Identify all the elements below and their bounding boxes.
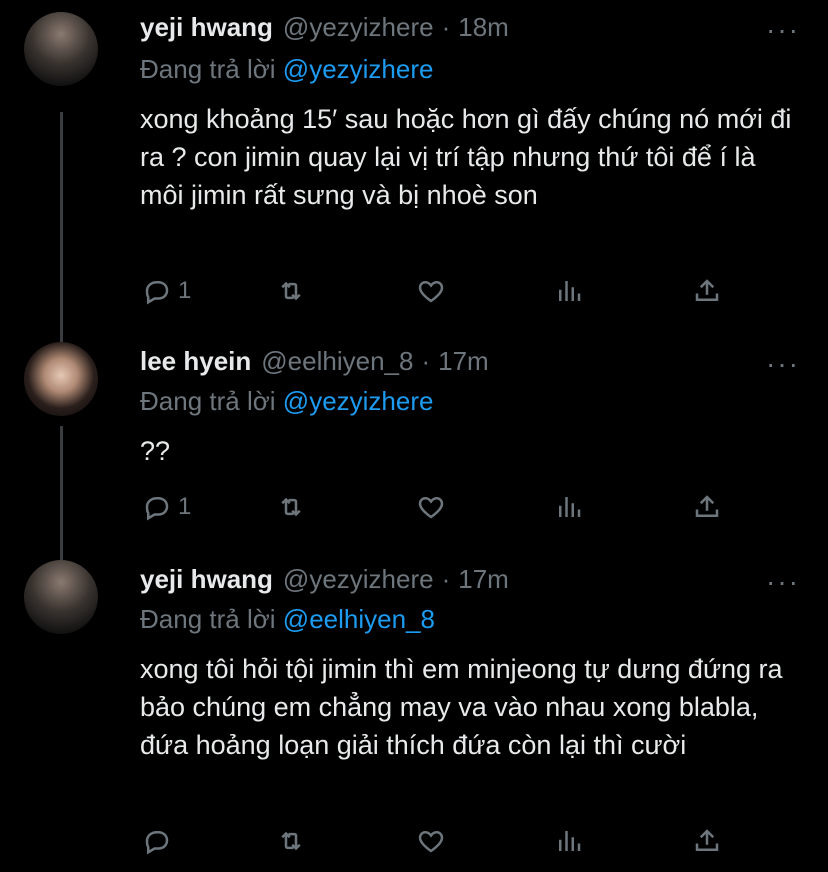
tweet-text: xong khoảng 15′ sau hoặc hơn gì đấy chún… [140,104,792,210]
mention-link[interactable]: @eelhiyen_8 [283,604,435,634]
timestamp[interactable]: 17m [458,564,509,595]
share-button[interactable] [692,276,722,306]
reply-button[interactable] [142,826,178,856]
tweet-text: xong tôi hỏi tội jimin thì em minjeong t… [140,654,783,760]
heart-icon [418,496,444,519]
replying-to: Đang trả lời @yezyizhere [140,386,433,417]
tweet-text: ?? [140,436,171,466]
tweet-actions: 1 [140,276,740,312]
separator-dot: · [421,346,431,376]
analytics-button[interactable] [554,276,584,306]
replying-to-label: Đang trả lời [140,386,276,416]
tweet-2[interactable]: lee hyein @eelhiyen_8 · 17m ··· Đang trả… [0,338,828,558]
share-button[interactable] [692,826,722,856]
username[interactable]: @yezyizhere [283,12,434,43]
replying-to-label: Đang trả lời [140,604,276,634]
share-icon [695,829,719,851]
share-icon [695,279,719,301]
retweet-icon [281,497,301,517]
tweet-actions: 1 [140,492,740,528]
display-name[interactable]: yeji hwang [140,12,273,43]
tweet-1[interactable]: yeji hwang @yezyizhere · 18m ··· Đang tr… [0,0,828,340]
timestamp[interactable]: 17m [438,346,489,377]
tweet-header: yeji hwang @yezyizhere · 17m [140,564,509,595]
reply-icon [145,831,169,855]
mention-link[interactable]: @yezyizhere [283,54,434,84]
analytics-button[interactable] [554,826,584,856]
like-button[interactable] [416,826,446,856]
separator-dot: · [441,12,451,42]
username[interactable]: @yezyizhere [283,564,434,595]
reply-button[interactable]: 1 [142,492,191,522]
display-name[interactable]: yeji hwang [140,564,273,595]
replying-to: Đang trả lời @yezyizhere [140,54,433,85]
analytics-icon [559,831,581,851]
retweet-button[interactable] [276,276,306,306]
retweet-icon [281,281,301,301]
retweet-button[interactable] [276,492,306,522]
display-name[interactable]: lee hyein [140,346,251,377]
tweet-header: yeji hwang @yezyizhere · 18m [140,12,509,43]
more-options-icon[interactable]: ··· [766,566,800,598]
retweet-button[interactable] [276,826,306,856]
avatar[interactable] [24,342,98,416]
mention-link[interactable]: @yezyizhere [283,386,434,416]
separator-dot: · [441,564,451,594]
reply-icon [145,281,169,305]
share-button[interactable] [692,492,722,522]
like-button[interactable] [416,492,446,522]
tweet-3[interactable]: yeji hwang @yezyizhere · 17m ··· Đang tr… [0,556,828,872]
reply-count: 1 [178,277,192,304]
retweet-icon [281,831,301,851]
analytics-button[interactable] [554,492,584,522]
tweet-actions [140,826,740,862]
like-button[interactable] [416,276,446,306]
tweet-header: lee hyein @eelhiyen_8 · 17m [140,346,489,377]
replying-to-label: Đang trả lời [140,54,276,84]
timestamp[interactable]: 18m [458,12,509,43]
username[interactable]: @eelhiyen_8 [261,346,413,377]
heart-icon [418,830,444,853]
avatar[interactable] [24,12,98,86]
reply-count: 1 [178,493,192,520]
more-options-icon[interactable]: ··· [766,348,800,380]
replying-to: Đang trả lời @eelhiyen_8 [140,604,435,635]
avatar[interactable] [24,560,98,634]
reply-button[interactable]: 1 [142,276,191,306]
heart-icon [418,280,444,303]
more-options-icon[interactable]: ··· [766,14,800,46]
analytics-icon [559,497,581,517]
share-icon [695,495,719,517]
analytics-icon [559,281,581,301]
reply-icon [145,497,169,521]
